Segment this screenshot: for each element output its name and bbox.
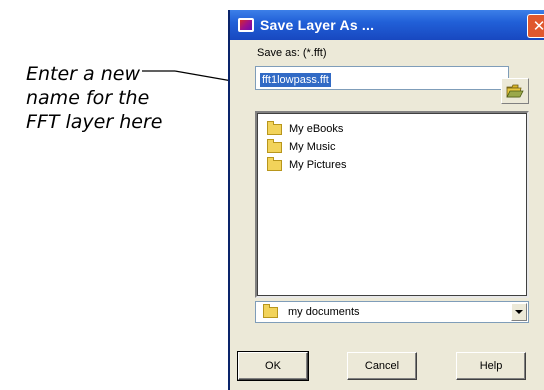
location-value: my documents	[288, 306, 360, 318]
folder-icon	[267, 120, 282, 135]
app-icon	[238, 18, 254, 32]
save-layer-dialog: Save Layer As ... ✕ Save as: (*.fft) fft…	[228, 10, 544, 390]
list-item[interactable]: My eBooks	[267, 120, 344, 137]
folder-name: My eBooks	[289, 123, 344, 135]
save-as-label: Save as: (*.fft)	[257, 47, 327, 59]
ok-button[interactable]: OK	[237, 351, 309, 381]
help-button[interactable]: Help	[456, 352, 526, 380]
browse-folder-button[interactable]	[501, 78, 529, 104]
folder-icon	[267, 156, 282, 171]
list-item[interactable]: My Pictures	[267, 156, 347, 173]
folder-list[interactable]: My eBooks My Music My Pictures	[255, 111, 529, 298]
open-folder-icon	[506, 84, 524, 98]
cancel-button[interactable]: Cancel	[347, 352, 417, 380]
location-dropdown[interactable]: my documents	[255, 301, 529, 323]
folder-name: My Music	[289, 141, 336, 153]
chevron-down-icon[interactable]	[511, 303, 527, 321]
folder-icon	[267, 138, 282, 153]
folder-name: My Pictures	[289, 159, 347, 171]
list-item[interactable]: My Music	[267, 138, 336, 155]
filename-value: fft1lowpass.fft	[260, 73, 331, 87]
title-bar[interactable]: Save Layer As ... ✕	[230, 10, 544, 40]
close-icon[interactable]: ✕	[527, 14, 544, 38]
folder-icon	[263, 303, 278, 318]
dialog-title: Save Layer As ...	[260, 17, 375, 33]
filename-input[interactable]: fft1lowpass.fft	[255, 66, 509, 90]
